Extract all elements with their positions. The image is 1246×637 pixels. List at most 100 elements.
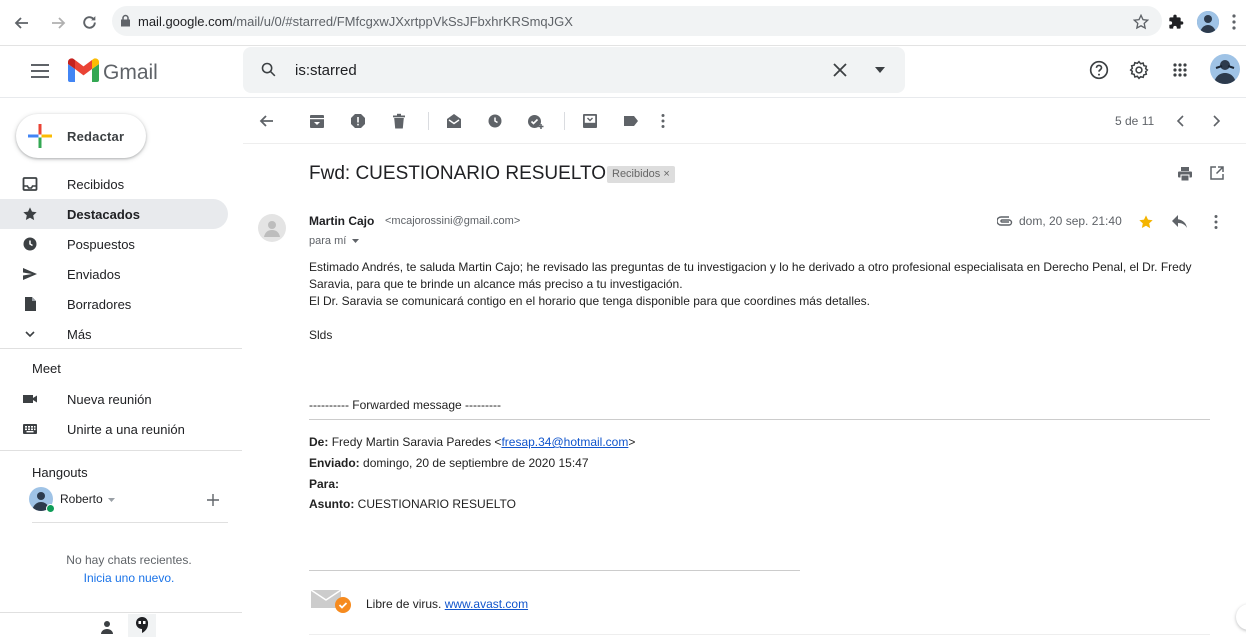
recipient-details-dropdown-icon[interactable] [352,239,360,244]
address-bar[interactable]: mail.google.com/mail/u/0/#starred/FMfcgx… [112,6,1162,36]
fwd-subject-value: CUESTIONARIO RESUELTO [357,497,516,511]
fwd-subject-label: Asunto: [309,497,355,511]
email-body-line: Saravia, para que te brinde un alcance m… [309,277,683,291]
sidebar-item-recibidos[interactable]: Recibidos [0,169,228,199]
no-recent-chats-text: No hay chats recientes. [66,553,192,567]
meet-join-meeting[interactable]: Unirte a una reunión [0,414,228,444]
gmail-header: Gmail is:starred [0,46,1246,98]
toolbar-divider [428,112,429,130]
bookmark-star-icon[interactable] [1133,14,1149,30]
reload-icon[interactable] [81,14,98,31]
meet-join-meeting-label: Unirte a una reunión [67,422,185,437]
mark-unread-icon[interactable] [446,113,462,129]
search-bar[interactable]: is:starred [243,47,905,93]
settings-gear-icon[interactable] [1129,60,1149,80]
move-to-icon[interactable] [582,113,598,129]
meet-new-meeting[interactable]: Nueva reunión [0,384,228,414]
search-icon[interactable] [260,61,277,78]
older-chevron-icon[interactable] [1211,115,1221,127]
report-spam-icon[interactable] [350,113,366,129]
remove-label-icon[interactable]: × [663,168,669,180]
label-chip-recibidos[interactable]: Recibidos × [607,166,675,183]
url-text: mail.google.com/mail/u/0/#starred/FMfcgx… [138,14,573,29]
fwd-from-email-link[interactable]: fresap.34@hotmail.com [501,435,628,449]
sidebar-item-label: Pospuestos [67,237,135,252]
fwd-from-close: > [628,435,636,449]
star-icon [22,206,38,222]
avast-line: Libre de virus. www.avast.com [366,597,528,611]
add-to-tasks-icon[interactable] [527,113,544,129]
start-new-chat-link[interactable]: Inicia uno nuevo. [0,571,258,585]
avast-link[interactable]: www.avast.com [445,597,528,611]
fwd-from-value: Fredy Martin Saravia Paredes < [331,435,502,449]
recipient-line[interactable]: para mí [309,235,360,247]
gmail-logo-icon[interactable] [68,58,99,82]
browser-menu-icon[interactable] [1232,14,1236,30]
hangouts-quote-icon[interactable] [128,614,156,637]
sidebar-item-destacados[interactable]: Destacados [0,199,228,229]
hangouts-user-dropdown-icon[interactable] [108,498,115,502]
archive-icon[interactable] [309,113,325,129]
lock-icon [120,14,131,27]
send-icon [22,266,38,282]
add-chat-plus-icon[interactable] [207,494,219,506]
clear-search-icon[interactable] [833,63,847,77]
print-icon[interactable] [1177,166,1193,182]
open-in-new-window-icon[interactable] [1210,166,1224,180]
email-body-line: Estimado Andrés, te saluda Martin Cajo; … [309,260,1192,274]
sidebar-item-label: Más [67,327,92,342]
forwarded-divider [309,419,1210,420]
sender-email: <mcajorossini@gmail.com> [385,215,521,227]
apps-grid-icon[interactable] [1173,63,1187,77]
side-panel-toggle[interactable] [1236,604,1246,630]
hangouts-user-row[interactable]: Roberto [29,487,229,513]
reply-arrow-icon[interactable] [1172,215,1188,229]
account-avatar[interactable] [1210,54,1240,84]
avast-text: Libre de virus. [366,597,442,611]
browser-toolbar: mail.google.com/mail/u/0/#starred/FMfcgx… [0,0,1246,46]
inbox-icon [22,176,38,192]
sidebar-item-pospuestos[interactable]: Pospuestos [0,229,228,259]
keyboard-icon [22,421,38,437]
back-to-list-arrow-icon[interactable] [258,113,274,129]
browser-profile-avatar[interactable] [1197,11,1219,33]
fwd-to-line: Para: [309,477,339,491]
email-signoff: Slds [309,328,333,342]
recipient-text: para mí [309,235,347,247]
email-date: dom, 20 sep. 21:40 [1019,214,1122,228]
message-more-options-icon[interactable] [1214,214,1218,230]
contacts-person-icon[interactable] [100,620,114,634]
fwd-from-label: De: [309,435,329,449]
sidebar-bottom-divider [0,612,242,613]
sidebar-item-enviados[interactable]: Enviados [0,259,228,289]
starred-star-icon[interactable] [1138,214,1154,230]
online-status-dot [46,504,55,513]
newer-chevron-icon[interactable] [1176,115,1186,127]
video-camera-icon [22,391,38,407]
delete-trash-icon[interactable] [391,113,407,129]
main-menu-icon[interactable] [31,64,49,78]
email-subject: Fwd: CUESTIONARIO RESUELTO [309,163,607,184]
extensions-puzzle-icon[interactable] [1168,14,1184,30]
fwd-sent-value: domingo, 20 de septiembre de 2020 15:47 [363,456,589,470]
fwd-sent-line: Enviado: domingo, 20 de septiembre de 20… [309,456,589,470]
snooze-clock-icon[interactable] [487,113,503,129]
url-host: mail.google.com [138,14,233,29]
attachment-clip-icon [997,216,1013,226]
chevron-down-icon [22,326,38,342]
sender-avatar[interactable] [258,214,286,242]
pagination-count: 5 de 11 [1115,114,1155,128]
label-chip-text: Recibidos [612,168,661,180]
search-input[interactable]: is:starred [295,62,357,79]
sidebar-item-mas[interactable]: Más [0,319,228,349]
label-tag-icon[interactable] [623,113,639,129]
more-options-icon[interactable] [661,113,677,129]
compose-button[interactable]: Redactar [16,114,146,158]
back-arrow-icon[interactable] [14,15,30,31]
forward-arrow-icon[interactable] [50,15,66,31]
help-icon[interactable] [1089,60,1109,80]
sidebar-item-borradores[interactable]: Borradores [0,289,228,319]
search-options-dropdown-icon[interactable] [875,67,885,73]
sidebar-divider [0,450,242,451]
sender-name[interactable]: Martin Cajo [309,214,374,228]
